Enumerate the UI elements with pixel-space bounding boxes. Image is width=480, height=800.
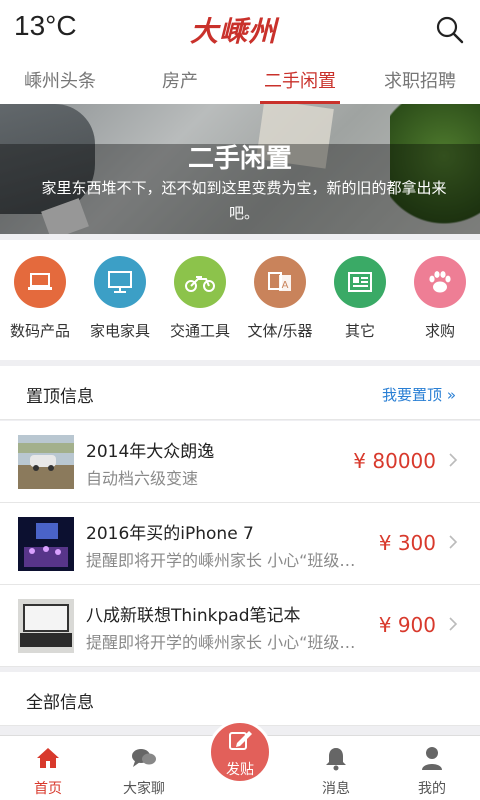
nav-label: 首页 [34, 781, 62, 797]
home-icon [8, 744, 88, 772]
item-thumbnail [18, 517, 74, 571]
item-description: 提醒即将开学的嵊州家长 小心“班级… [86, 633, 356, 652]
top-bar: 13°C 大嵊州 [0, 0, 480, 60]
nav-label: 大家聊 [123, 781, 165, 797]
category-label: 数码产品 [9, 322, 70, 340]
chevron-right-icon [448, 452, 458, 467]
translate-icon: A [254, 256, 306, 308]
nav-home[interactable]: 首页 [8, 744, 88, 798]
category-other[interactable]: 其它 [320, 256, 400, 341]
banner-title: 二手闲置 [187, 144, 292, 174]
category-tabs: 嵊州头条 房产 二手闲置 求职招聘 [0, 60, 480, 104]
category-grid: 数码产品 家电家具 交通工具 A 文体/乐器 其它 求购 [0, 240, 480, 360]
chevron-right-icon [448, 534, 458, 549]
all-info-title: 全部信息 [26, 693, 94, 713]
nav-label: 消息 [322, 781, 350, 797]
item-title: 2016年买的iPhone 7 [86, 524, 254, 544]
item-description: 提醒即将开学的嵊州家长 小心“班级… [86, 551, 356, 570]
item-title: 八成新联想Thinkpad笔记本 [86, 606, 301, 626]
item-price: ¥ 80000 [353, 449, 436, 473]
nav-messages[interactable]: 消息 [296, 744, 376, 798]
nav-chat[interactable]: 大家聊 [104, 744, 184, 798]
pinned-title: 置顶信息 [26, 387, 94, 407]
list-item[interactable]: 2016年买的iPhone 7 提醒即将开学的嵊州家长 小心“班级… ¥ 300 [0, 503, 480, 585]
category-label: 其它 [344, 322, 375, 340]
laptop-icon [14, 256, 66, 308]
paw-icon [414, 256, 466, 308]
category-label: 文体/乐器 [247, 322, 313, 340]
chevron-right-icon [448, 616, 458, 631]
tab-second-hand[interactable]: 二手闲置 [240, 60, 360, 104]
list-item[interactable]: 八成新联想Thinkpad笔记本 提醒即将开学的嵊州家长 小心“班级… ¥ 90… [0, 585, 480, 667]
bottom-nav-bar: 首页 大家聊 发贴 消息 我的 [0, 720, 480, 800]
pin-my-post-link[interactable]: 我要置顶 » [382, 384, 456, 405]
category-label: 家电家具 [89, 322, 150, 340]
chat-bubbles-icon [104, 744, 184, 772]
nav-label: 我的 [418, 781, 446, 797]
tab-headlines[interactable]: 嵊州头条 [0, 60, 120, 104]
category-digital[interactable]: 数码产品 [0, 256, 80, 341]
search-icon[interactable] [434, 14, 466, 46]
category-wanted[interactable]: 求购 [400, 256, 480, 341]
bell-icon [296, 744, 376, 772]
motorbike-icon [174, 256, 226, 308]
banner: 二手闲置 家里东西堆不下，还不如到这里变费为宝，新的旧的都拿出来吧。 [0, 104, 480, 234]
item-price: ¥ 300 [378, 531, 436, 555]
monitor-icon [94, 256, 146, 308]
tab-real-estate[interactable]: 房产 [120, 60, 240, 104]
item-thumbnail [18, 599, 74, 653]
user-icon [392, 744, 472, 772]
category-sports-music[interactable]: A 文体/乐器 [240, 256, 320, 341]
banner-subtitle: 家里东西堆不下，还不如到这里变费为宝，新的旧的都拿出来吧。 [41, 179, 447, 222]
post-label: 发贴 [226, 762, 254, 778]
all-info-section-header: 全部信息 [0, 672, 480, 726]
tab-jobs[interactable]: 求职招聘 [360, 60, 480, 104]
item-title: 2014年大众朗逸 [86, 442, 215, 462]
item-price: ¥ 900 [378, 613, 436, 637]
category-label: 交通工具 [169, 322, 230, 340]
category-vehicles[interactable]: 交通工具 [160, 256, 240, 341]
edit-icon [211, 729, 269, 757]
category-appliances[interactable]: 家电家具 [80, 256, 160, 341]
nav-mine[interactable]: 我的 [392, 744, 472, 798]
app-logo: 大嵊州 [190, 15, 278, 48]
news-icon [334, 256, 386, 308]
category-label: 求购 [424, 322, 455, 340]
list-item[interactable]: 2014年大众朗逸 自动档六级变速 ¥ 80000 [0, 421, 480, 503]
temperature-label: 13°C [14, 10, 77, 41]
post-button[interactable]: 发贴 [208, 720, 272, 784]
item-description: 自动档六级变速 [86, 469, 199, 488]
pinned-section-header: 置顶信息 我要置顶 » [0, 366, 480, 420]
svg-text:A: A [282, 280, 289, 291]
item-thumbnail [18, 435, 74, 489]
